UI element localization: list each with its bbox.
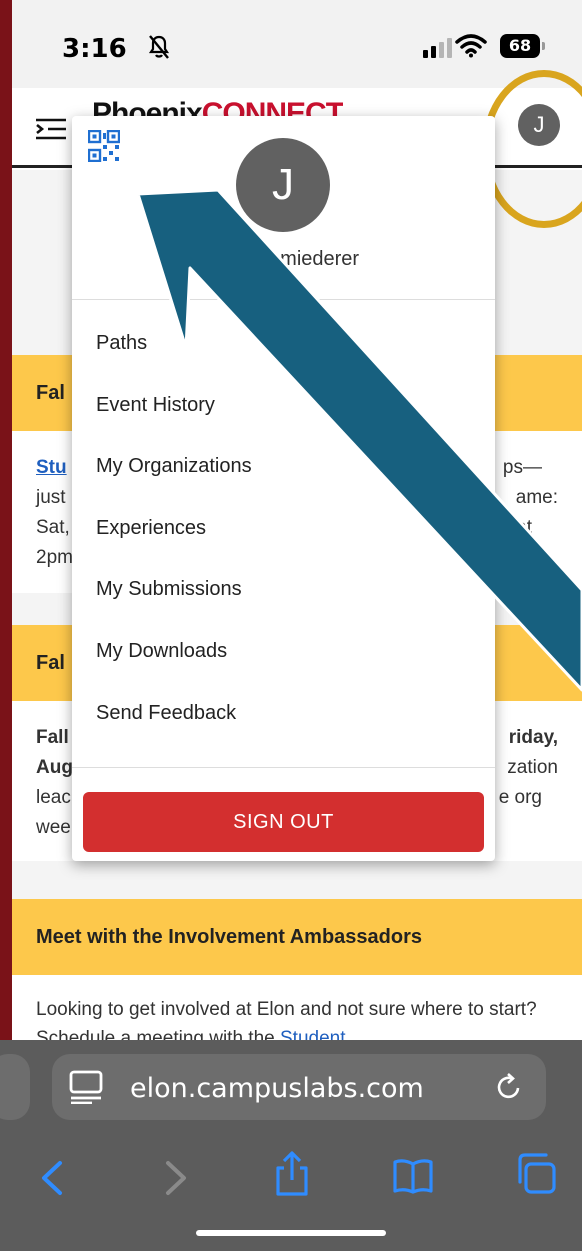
cellular-signal-icon bbox=[423, 38, 452, 58]
page-menu-icon[interactable] bbox=[68, 1070, 104, 1104]
card-text: ps— bbox=[502, 457, 542, 478]
url-text: elon.campuslabs.com bbox=[130, 1073, 424, 1104]
bell-muted-icon bbox=[148, 35, 170, 59]
menu-item-paths[interactable]: Paths bbox=[96, 332, 147, 355]
card-text: wee bbox=[36, 817, 71, 838]
card-text: s at bbox=[501, 517, 532, 538]
card-gap bbox=[12, 861, 582, 899]
divider bbox=[72, 767, 495, 768]
profile-name: Jen Schmiederer bbox=[207, 248, 360, 270]
card-text: e org bbox=[498, 787, 542, 808]
battery-indicator: 68 bbox=[500, 34, 545, 58]
card-text: leac bbox=[36, 787, 71, 808]
status-time: 3:16 bbox=[62, 34, 127, 64]
card-body: Looking to get involved at Elon and not … bbox=[12, 975, 582, 1041]
menu-item-my-submissions[interactable]: My Submissions bbox=[96, 578, 242, 601]
student-link[interactable]: Stu bbox=[36, 457, 67, 478]
menu-item-event-history[interactable]: Event History bbox=[96, 394, 215, 417]
card-text: Aug bbox=[36, 757, 73, 778]
share-icon[interactable] bbox=[274, 1150, 310, 1198]
menu-item-experiences[interactable]: Experiences bbox=[96, 517, 206, 540]
ambassadors-card: Meet with the Involvement Ambassadors Lo… bbox=[12, 899, 582, 1041]
bookmarks-icon[interactable] bbox=[392, 1158, 434, 1194]
brand-logo[interactable]: PhoenixCONNECT bbox=[92, 96, 343, 116]
card-text: just bbox=[36, 487, 66, 508]
profile-avatar: J bbox=[236, 138, 330, 232]
menu-item-send-feedback[interactable]: Send Feedback bbox=[96, 702, 236, 725]
forward-icon[interactable] bbox=[162, 1160, 190, 1196]
home-indicator bbox=[196, 1230, 386, 1236]
card-text: zation bbox=[507, 757, 558, 778]
sign-out-button[interactable]: SIGN OUT bbox=[83, 792, 484, 852]
divider bbox=[72, 299, 495, 300]
wifi-icon bbox=[455, 34, 487, 58]
previous-tab-pill[interactable] bbox=[0, 1054, 30, 1120]
card-text: Fall bbox=[36, 727, 69, 748]
card-title: Meet with the Involvement Ambassadors bbox=[12, 899, 582, 975]
menu-item-my-downloads[interactable]: My Downloads bbox=[96, 640, 227, 663]
tabs-icon[interactable] bbox=[514, 1152, 558, 1194]
profile-dropdown-menu: J Jen Schmiederer Paths Event History My… bbox=[72, 116, 495, 861]
reload-icon[interactable] bbox=[494, 1072, 524, 1102]
menu-collapse-icon[interactable] bbox=[34, 116, 68, 142]
qr-code-icon[interactable] bbox=[88, 130, 120, 162]
card-text: Sat, bbox=[36, 517, 70, 538]
card-text: ame: bbox=[515, 487, 558, 508]
back-icon[interactable] bbox=[38, 1160, 66, 1196]
menu-item-my-organizations[interactable]: My Organizations bbox=[96, 455, 252, 478]
card-text: riday, bbox=[508, 727, 558, 748]
card-text: 2pm bbox=[36, 547, 73, 568]
